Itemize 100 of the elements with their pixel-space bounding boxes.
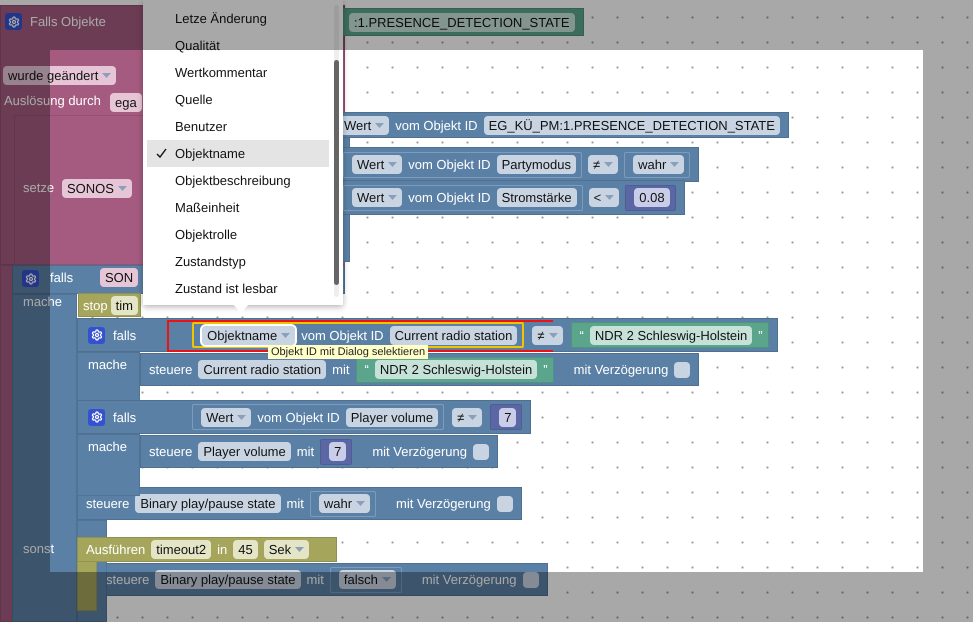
field[interactable]: Player volume bbox=[198, 442, 291, 461]
tooltip: Objekt ID mit Dialog selektieren bbox=[268, 345, 428, 359]
boolean-block[interactable]: wahr bbox=[310, 490, 376, 516]
block-label: Auslösung durch bbox=[4, 93, 101, 108]
control-block[interactable]: steuere Player volume mit 7 mit Verzögerung bbox=[140, 435, 498, 468]
if-block[interactable]: falls Wert vom Objekt ID Player volume ≠ 7 bbox=[77, 400, 532, 434]
field[interactable]: NDR 2 Schleswig-Holstein bbox=[374, 360, 538, 379]
object-value-block[interactable]: Wert vom Objekt ID Stromstärke bbox=[343, 184, 583, 210]
block-title: Falls Objekte bbox=[30, 14, 106, 29]
block-label: vom Objekt ID bbox=[408, 190, 491, 205]
field[interactable]: Current radio station bbox=[198, 360, 326, 379]
dropdown[interactable]: Sek bbox=[264, 540, 310, 559]
dropdown[interactable]: Wert bbox=[352, 155, 402, 174]
field[interactable]: 7 bbox=[499, 408, 516, 426]
object-value-block[interactable]: Objektname vom Objekt ID Current radio station bbox=[192, 322, 524, 348]
gear-icon[interactable] bbox=[5, 13, 22, 30]
field[interactable]: NDR 2 Schleswig-Holstein bbox=[590, 326, 752, 344]
gear-icon[interactable] bbox=[22, 270, 39, 287]
dropdown[interactable]: wurde geändert bbox=[3, 66, 116, 85]
field[interactable]: 0.08 bbox=[634, 188, 670, 207]
block-label: Ausführen bbox=[86, 542, 146, 557]
dropdown[interactable]: Wert bbox=[352, 188, 402, 207]
number-block[interactable]: 7 bbox=[320, 438, 352, 464]
field[interactable]: Binary play/pause state bbox=[135, 494, 281, 513]
field[interactable]: timeout2 bbox=[151, 540, 212, 559]
boolean-block[interactable]: wahr bbox=[624, 152, 690, 178]
dropdown[interactable]: ≠ bbox=[532, 326, 562, 344]
menu-item[interactable]: Qualität bbox=[147, 32, 329, 59]
field[interactable]: Player volume bbox=[346, 408, 438, 426]
block-label: steuere bbox=[86, 496, 130, 511]
text-block[interactable]: “ NDR 2 Schleswig-Holstein ” bbox=[570, 322, 769, 348]
field[interactable]: 45 bbox=[233, 540, 258, 559]
dropdown[interactable]: Objektname bbox=[202, 326, 296, 344]
menu-item[interactable]: Objektrolle bbox=[147, 221, 329, 248]
object-block[interactable]: :1.PRESENCE_DETECTION_STATE bbox=[340, 8, 584, 36]
caret-icon bbox=[356, 501, 366, 506]
caret-icon bbox=[605, 195, 614, 200]
caret-icon bbox=[237, 414, 246, 420]
quote-mark: ” bbox=[758, 328, 763, 342]
gear-icon[interactable] bbox=[88, 326, 105, 344]
timeout-block[interactable]: Ausführen timeout2 in 45 Sek bbox=[77, 537, 337, 562]
caret-icon bbox=[118, 186, 127, 191]
block-label: falls bbox=[113, 410, 136, 424]
field[interactable]: Current radio station bbox=[390, 326, 518, 344]
menu-item[interactable]: Objektname bbox=[147, 140, 329, 167]
block-label: steuere bbox=[149, 444, 192, 459]
checkbox[interactable] bbox=[674, 362, 690, 378]
block-label: stop bbox=[83, 298, 108, 312]
menu-item[interactable]: Quelle bbox=[147, 86, 329, 113]
block-label: mit bbox=[296, 444, 314, 459]
gear-icon[interactable] bbox=[88, 408, 105, 426]
block-label: mache bbox=[88, 357, 128, 372]
field[interactable]: Binary play/pause state bbox=[155, 570, 301, 589]
checkbox[interactable] bbox=[496, 496, 513, 512]
field[interactable]: EG_KÜ_PM:1.PRESENCE_DETECTION_STATE bbox=[484, 116, 780, 134]
caret-icon bbox=[388, 162, 398, 167]
caret-icon bbox=[468, 414, 478, 420]
block-label: vom Objekt ID bbox=[408, 157, 491, 172]
text-block[interactable]: “ NDR 2 Schleswig-Holstein ” bbox=[356, 356, 554, 382]
field[interactable]: Partymodus bbox=[496, 155, 576, 174]
caret-icon bbox=[102, 73, 112, 78]
block-label: in bbox=[217, 542, 228, 557]
checkbox[interactable] bbox=[522, 572, 538, 588]
menu-item[interactable]: Zustand ist lesbar bbox=[147, 275, 329, 302]
field[interactable]: Stromstärke bbox=[496, 188, 577, 207]
dropdown[interactable]: wahr bbox=[318, 494, 370, 513]
dropdown[interactable]: wahr bbox=[633, 155, 684, 174]
field[interactable]: ega bbox=[110, 93, 142, 112]
menu-item[interactable]: Wertkommentar bbox=[147, 59, 329, 86]
dropdown[interactable]: ≠ bbox=[452, 408, 482, 426]
field[interactable]: 7 bbox=[329, 442, 346, 461]
object-value-block[interactable]: Wert vom Objekt ID Player volume bbox=[192, 404, 444, 430]
menu-item[interactable]: Letze Änderung bbox=[147, 5, 329, 32]
block-label: mit Verzögerung bbox=[422, 572, 516, 587]
field[interactable]: SON bbox=[100, 268, 138, 287]
block-label: mache bbox=[88, 439, 128, 454]
caret-icon bbox=[375, 122, 384, 128]
dropdown[interactable]: < bbox=[588, 188, 620, 207]
number-block[interactable]: 0.08 bbox=[625, 184, 676, 210]
dropdown[interactable]: ≠ bbox=[588, 155, 618, 174]
number-block[interactable]: 7 bbox=[490, 404, 522, 430]
dropdown[interactable]: SONOS bbox=[62, 179, 132, 198]
block-label: mit bbox=[332, 362, 350, 377]
block-label: falls bbox=[113, 328, 136, 342]
block-label: steuere bbox=[149, 362, 192, 377]
block-label: vom Objekt ID bbox=[257, 410, 340, 424]
field[interactable]: tim bbox=[110, 296, 138, 314]
boolean-block[interactable]: falsch bbox=[330, 566, 402, 592]
menu-item[interactable]: Zustandstyp bbox=[147, 248, 329, 275]
stop-block[interactable]: stop tim bbox=[78, 293, 141, 317]
dropdown[interactable]: Wert bbox=[201, 408, 252, 426]
block-label: falls bbox=[50, 270, 74, 285]
dropdown[interactable]: falsch bbox=[338, 570, 396, 589]
scrollbar[interactable] bbox=[334, 5, 339, 297]
control-block[interactable]: steuere Binary play/pause state mit wahr mit Verzögerung bbox=[77, 487, 522, 520]
field[interactable]: :1.PRESENCE_DETECTION_STATE bbox=[349, 12, 575, 32]
object-value-block[interactable]: Wert vom Objekt ID Partymodus bbox=[343, 152, 582, 178]
block-label: vom Objekt ID bbox=[301, 328, 384, 342]
checkbox[interactable] bbox=[473, 444, 489, 460]
block-label: steuere bbox=[106, 572, 150, 587]
